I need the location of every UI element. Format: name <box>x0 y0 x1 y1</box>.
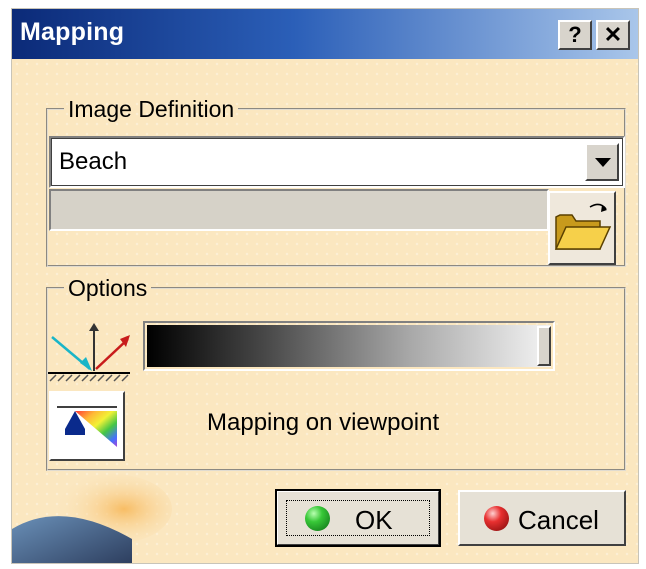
planet-decoration-icon <box>12 474 172 563</box>
browse-button[interactable] <box>548 191 616 265</box>
help-icon: ? <box>568 22 582 47</box>
image-select[interactable]: Beach <box>49 136 625 188</box>
window-title: Mapping <box>20 18 125 46</box>
slider-thumb[interactable] <box>537 326 551 366</box>
image-select-value: Beach <box>59 148 128 175</box>
options-legend: Options <box>68 275 148 301</box>
mapping-on-viewpoint-label: Mapping on viewpoint <box>207 409 440 436</box>
slider-gradient-track <box>147 325 551 367</box>
close-button[interactable]: ✕ <box>596 20 630 50</box>
axes-reflection-icon <box>48 323 130 382</box>
close-icon: ✕ <box>603 22 623 47</box>
intensity-slider[interactable] <box>143 321 555 371</box>
mapping-dialog: Mapping ? ✕ Image Definition Beach Optio… <box>11 8 639 564</box>
image-path-field[interactable] <box>49 189 549 231</box>
title-bar[interactable]: Mapping ? ✕ <box>12 9 638 59</box>
cancel-label: Cancel <box>518 505 599 535</box>
prism-spectrum-icon <box>57 406 117 447</box>
image-select-dropdown-button[interactable] <box>585 143 619 181</box>
chevron-down-icon <box>595 158 611 167</box>
mapping-on-viewpoint-button[interactable] <box>49 391 125 461</box>
help-button[interactable]: ? <box>558 20 592 50</box>
cancel-button[interactable]: Cancel <box>458 490 626 546</box>
green-light-icon <box>305 506 330 531</box>
ok-button[interactable]: OK <box>275 489 441 547</box>
folder-open-icon <box>554 203 612 250</box>
options-group: Options <box>46 276 626 471</box>
red-light-icon <box>484 506 509 531</box>
image-definition-legend: Image Definition <box>68 96 235 122</box>
ok-label: OK <box>355 505 393 535</box>
